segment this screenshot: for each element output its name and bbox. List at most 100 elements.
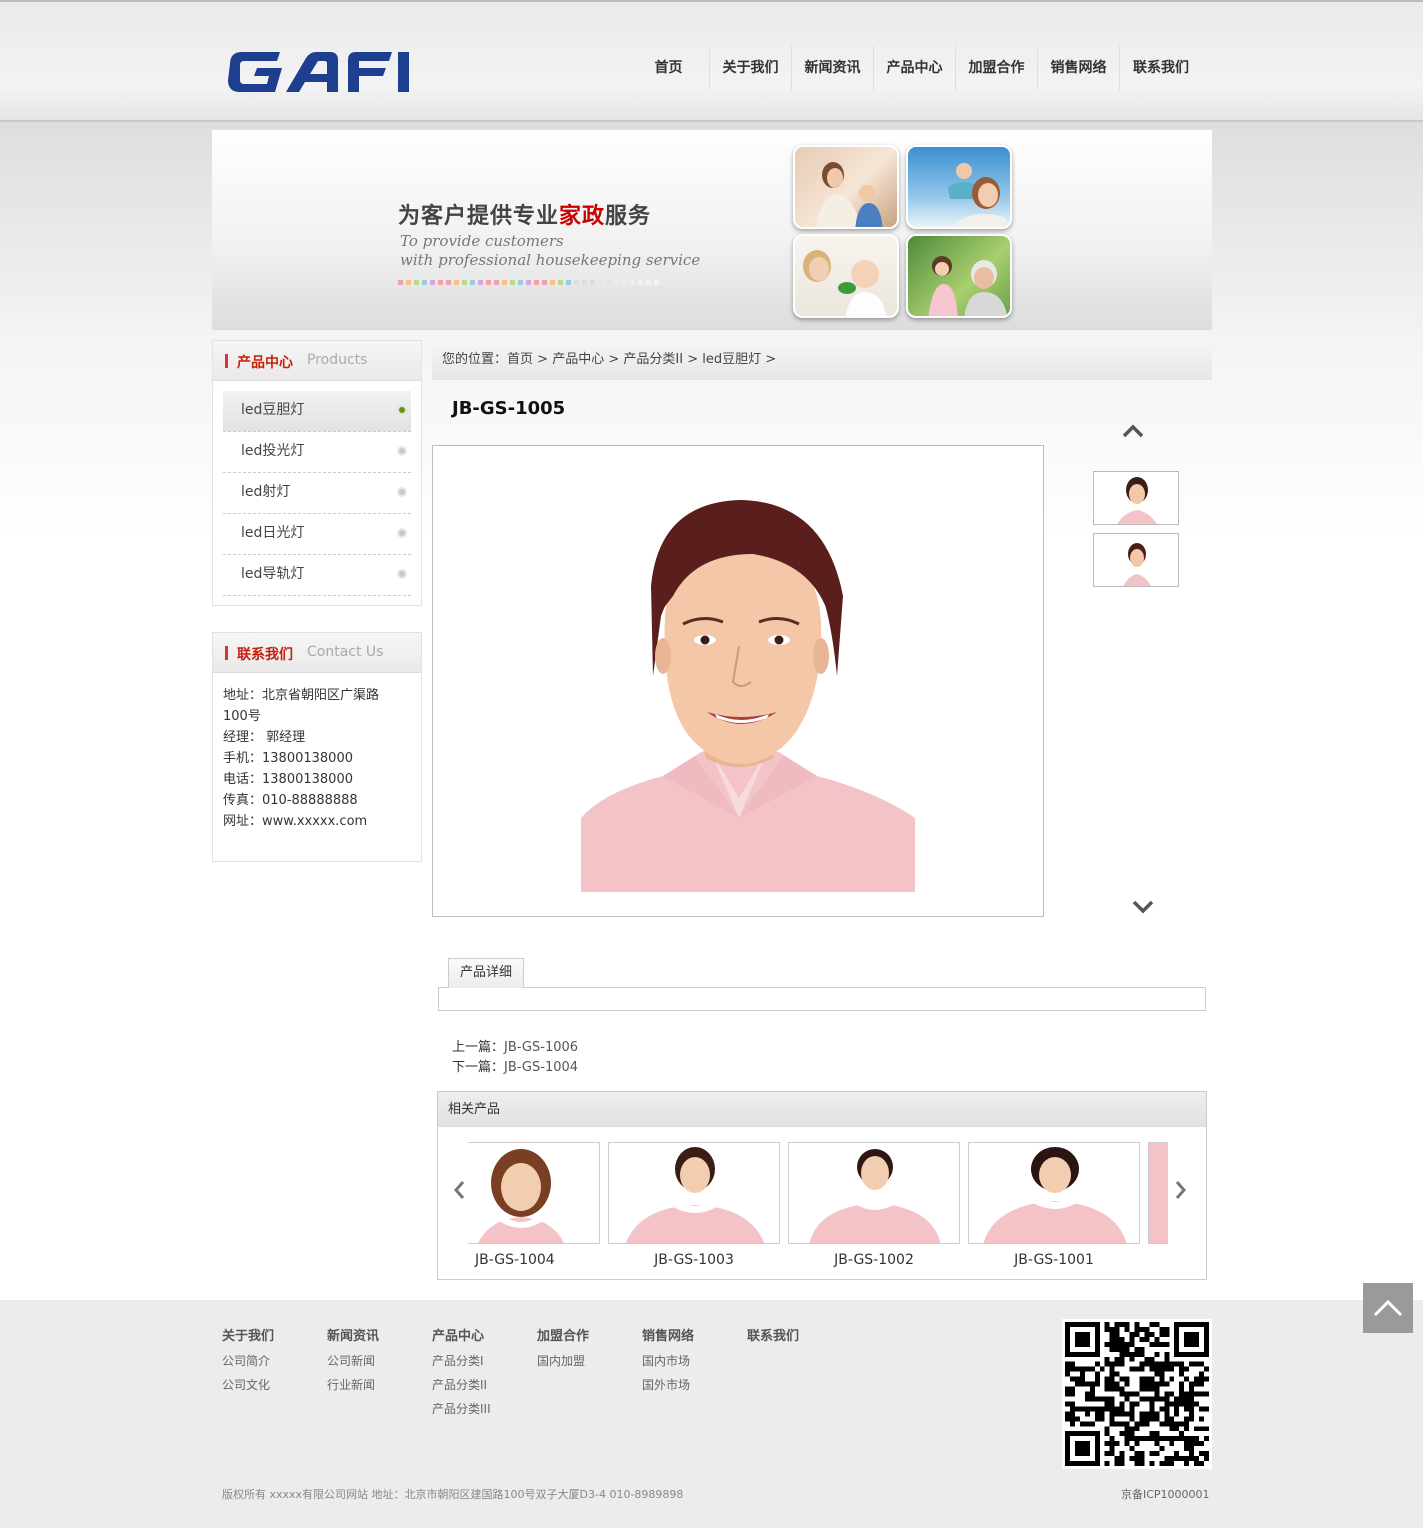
breadcrumb-category[interactable]: 产品分类II [623, 352, 683, 367]
nav-products[interactable]: 产品中心 [874, 46, 956, 90]
bullet-icon [397, 528, 407, 538]
category-label: led射灯 [241, 484, 291, 500]
product-category-header: 产品中心 Products [213, 341, 421, 381]
carousel-next-icon[interactable] [1170, 1178, 1190, 1202]
footer-col-sales: 销售网络 国内市场 国外市场 [642, 1325, 694, 1397]
footer-col-title[interactable]: 联系我们 [747, 1325, 799, 1349]
footer-col-title[interactable]: 关于我们 [222, 1325, 274, 1349]
category-led-track[interactable]: led导轨灯 [223, 555, 411, 596]
prev-link-row: 上一篇：JB-GS-1006 [452, 1038, 578, 1058]
footer-link[interactable]: 国内市场 [642, 1349, 694, 1373]
breadcrumb: 您的位置：首页 > 产品中心 > 产品分类II > led豆胆灯 > [432, 340, 1212, 380]
footer-link[interactable]: 产品分类I [432, 1349, 491, 1373]
contact-website: 网址：www.xxxxx.com [223, 814, 368, 829]
contact-subtitle: Contact Us [307, 644, 384, 660]
contact-mobile: 手机：13800138000 [223, 751, 353, 766]
prev-label: 上一篇： [452, 1040, 505, 1055]
product-category-title: 产品中心 [237, 355, 293, 371]
product-thumbnail-2[interactable] [1093, 533, 1179, 587]
contact-manager: 经理： 郭经理 [223, 730, 306, 745]
category-label: led日光灯 [241, 525, 305, 541]
nav-home[interactable]: 首页 [628, 46, 710, 90]
tab-product-details[interactable]: 产品详细 [448, 958, 524, 988]
breadcrumb-products[interactable]: 产品中心 [552, 352, 604, 367]
category-led-downlight[interactable]: led豆胆灯 [223, 391, 411, 432]
breadcrumb-separator: > [537, 352, 549, 367]
next-label: 下一篇： [452, 1060, 505, 1075]
breadcrumb-separator: > [687, 352, 699, 367]
footer-col-title[interactable]: 销售网络 [642, 1325, 694, 1349]
contact-address-line1: 地址：北京省朝阳区广渠路 [223, 688, 380, 703]
related-item-name: JB-GS-1004 [475, 1252, 555, 1268]
related-item-name: JB-GS-1003 [654, 1252, 734, 1268]
gafi-logo[interactable] [226, 46, 438, 98]
footer-link[interactable]: 公司新闻 [327, 1349, 379, 1373]
carousel-prev-icon[interactable] [450, 1178, 470, 1202]
footer-col-news: 新闻资讯 公司新闻 行业新闻 [327, 1325, 379, 1397]
category-led-tube[interactable]: led日光灯 [223, 514, 411, 555]
main-nav: 首页 关于我们 新闻资讯 产品中心 加盟合作 销售网络 联系我们 [628, 46, 1202, 90]
breadcrumb-home[interactable]: 首页 [507, 352, 533, 367]
thumbnail-image [1094, 472, 1178, 524]
related-products-title: 相关产品 [438, 1092, 1206, 1127]
banner-photo-sky [906, 145, 1012, 229]
related-item-name: JB-GS-1002 [834, 1252, 914, 1268]
breadcrumb-separator: > [608, 352, 620, 367]
contact-title: 联系我们 [237, 647, 293, 663]
related-item-image [608, 1142, 780, 1244]
contact-info: 地址：北京省朝阳区广渠路 100号 经理： 郭经理 手机：13800138000… [213, 673, 421, 852]
footer-col-title[interactable]: 新闻资讯 [327, 1325, 379, 1349]
icp-number[interactable]: 京备ICP1000001 [1121, 1486, 1210, 1502]
related-item-1002[interactable]: JB-GS-1002 [788, 1142, 960, 1268]
banner-title: 为客户提供专业家政服务 [398, 204, 652, 229]
product-main-image[interactable] [432, 445, 1044, 917]
related-item-image [1148, 1142, 1168, 1244]
related-item-image [968, 1142, 1140, 1244]
related-item-1001[interactable]: JB-GS-1001 [968, 1142, 1140, 1268]
banner-photo-family [793, 145, 899, 229]
chevron-up-icon [1373, 1299, 1403, 1317]
banner-photo-feeding [793, 234, 899, 318]
next-link-row: 下一篇：JB-GS-1004 [452, 1058, 578, 1078]
product-thumbnail-1[interactable] [1093, 471, 1179, 525]
related-item-1004[interactable]: JB-GS-1004 [468, 1142, 600, 1268]
footer-link[interactable]: 公司简介 [222, 1349, 274, 1373]
category-led-spotlight[interactable]: led射灯 [223, 473, 411, 514]
next-product-link[interactable]: JB-GS-1004 [504, 1060, 578, 1075]
banner-subtitle: To provide customers with professional h… [400, 232, 701, 269]
footer-col-title[interactable]: 加盟合作 [537, 1325, 589, 1349]
nav-franchise[interactable]: 加盟合作 [956, 46, 1038, 90]
footer-link[interactable]: 国内加盟 [537, 1349, 589, 1373]
prev-product-link[interactable]: JB-GS-1006 [504, 1040, 578, 1055]
category-led-floodlight[interactable]: led投光灯 [223, 432, 411, 473]
footer-col-title[interactable]: 产品中心 [432, 1325, 491, 1349]
footer-link[interactable]: 行业新闻 [327, 1373, 379, 1397]
breadcrumb-subcategory[interactable]: led豆胆灯 [702, 352, 761, 367]
copyright-text: 版权所有 xxxxx有限公司网站 地址：北京市朝阳区建国路100号双子大厦D3-… [222, 1488, 684, 1501]
thumb-scroll-up-icon[interactable] [1122, 424, 1144, 438]
nav-about[interactable]: 关于我们 [710, 46, 792, 90]
qr-code-icon [1065, 1322, 1209, 1466]
banner-photo-elderly [906, 234, 1012, 318]
footer-link[interactable]: 产品分类II [432, 1373, 491, 1397]
contact-fax: 传真：010-88888888 [223, 793, 358, 808]
footer-col-about: 关于我们 公司简介 公司文化 [222, 1325, 274, 1397]
breadcrumb-separator: > [765, 352, 777, 367]
thumb-scroll-down-icon[interactable] [1132, 900, 1154, 914]
nav-sales-network[interactable]: 销售网络 [1038, 46, 1120, 90]
related-item-image [788, 1142, 960, 1244]
footer-link[interactable]: 公司文化 [222, 1373, 274, 1397]
product-category-panel: 产品中心 Products led豆胆灯 led投光灯 led射灯 led日光灯… [212, 340, 422, 606]
bullet-icon [397, 446, 407, 456]
hero-banner: 为客户提供专业家政服务 To provide customers with pr… [212, 130, 1212, 330]
related-item-image [468, 1142, 600, 1244]
back-to-top-button[interactable] [1363, 1283, 1413, 1333]
related-item-1003[interactable]: JB-GS-1003 [608, 1142, 780, 1268]
nav-contact[interactable]: 联系我们 [1120, 46, 1202, 90]
footer-link[interactable]: 产品分类III [432, 1397, 491, 1421]
qr-code [1062, 1319, 1212, 1469]
related-item-partial[interactable] [1148, 1142, 1168, 1244]
nav-news[interactable]: 新闻资讯 [792, 46, 874, 90]
breadcrumb-prefix: 您的位置： [442, 352, 508, 367]
footer-link[interactable]: 国外市场 [642, 1373, 694, 1397]
